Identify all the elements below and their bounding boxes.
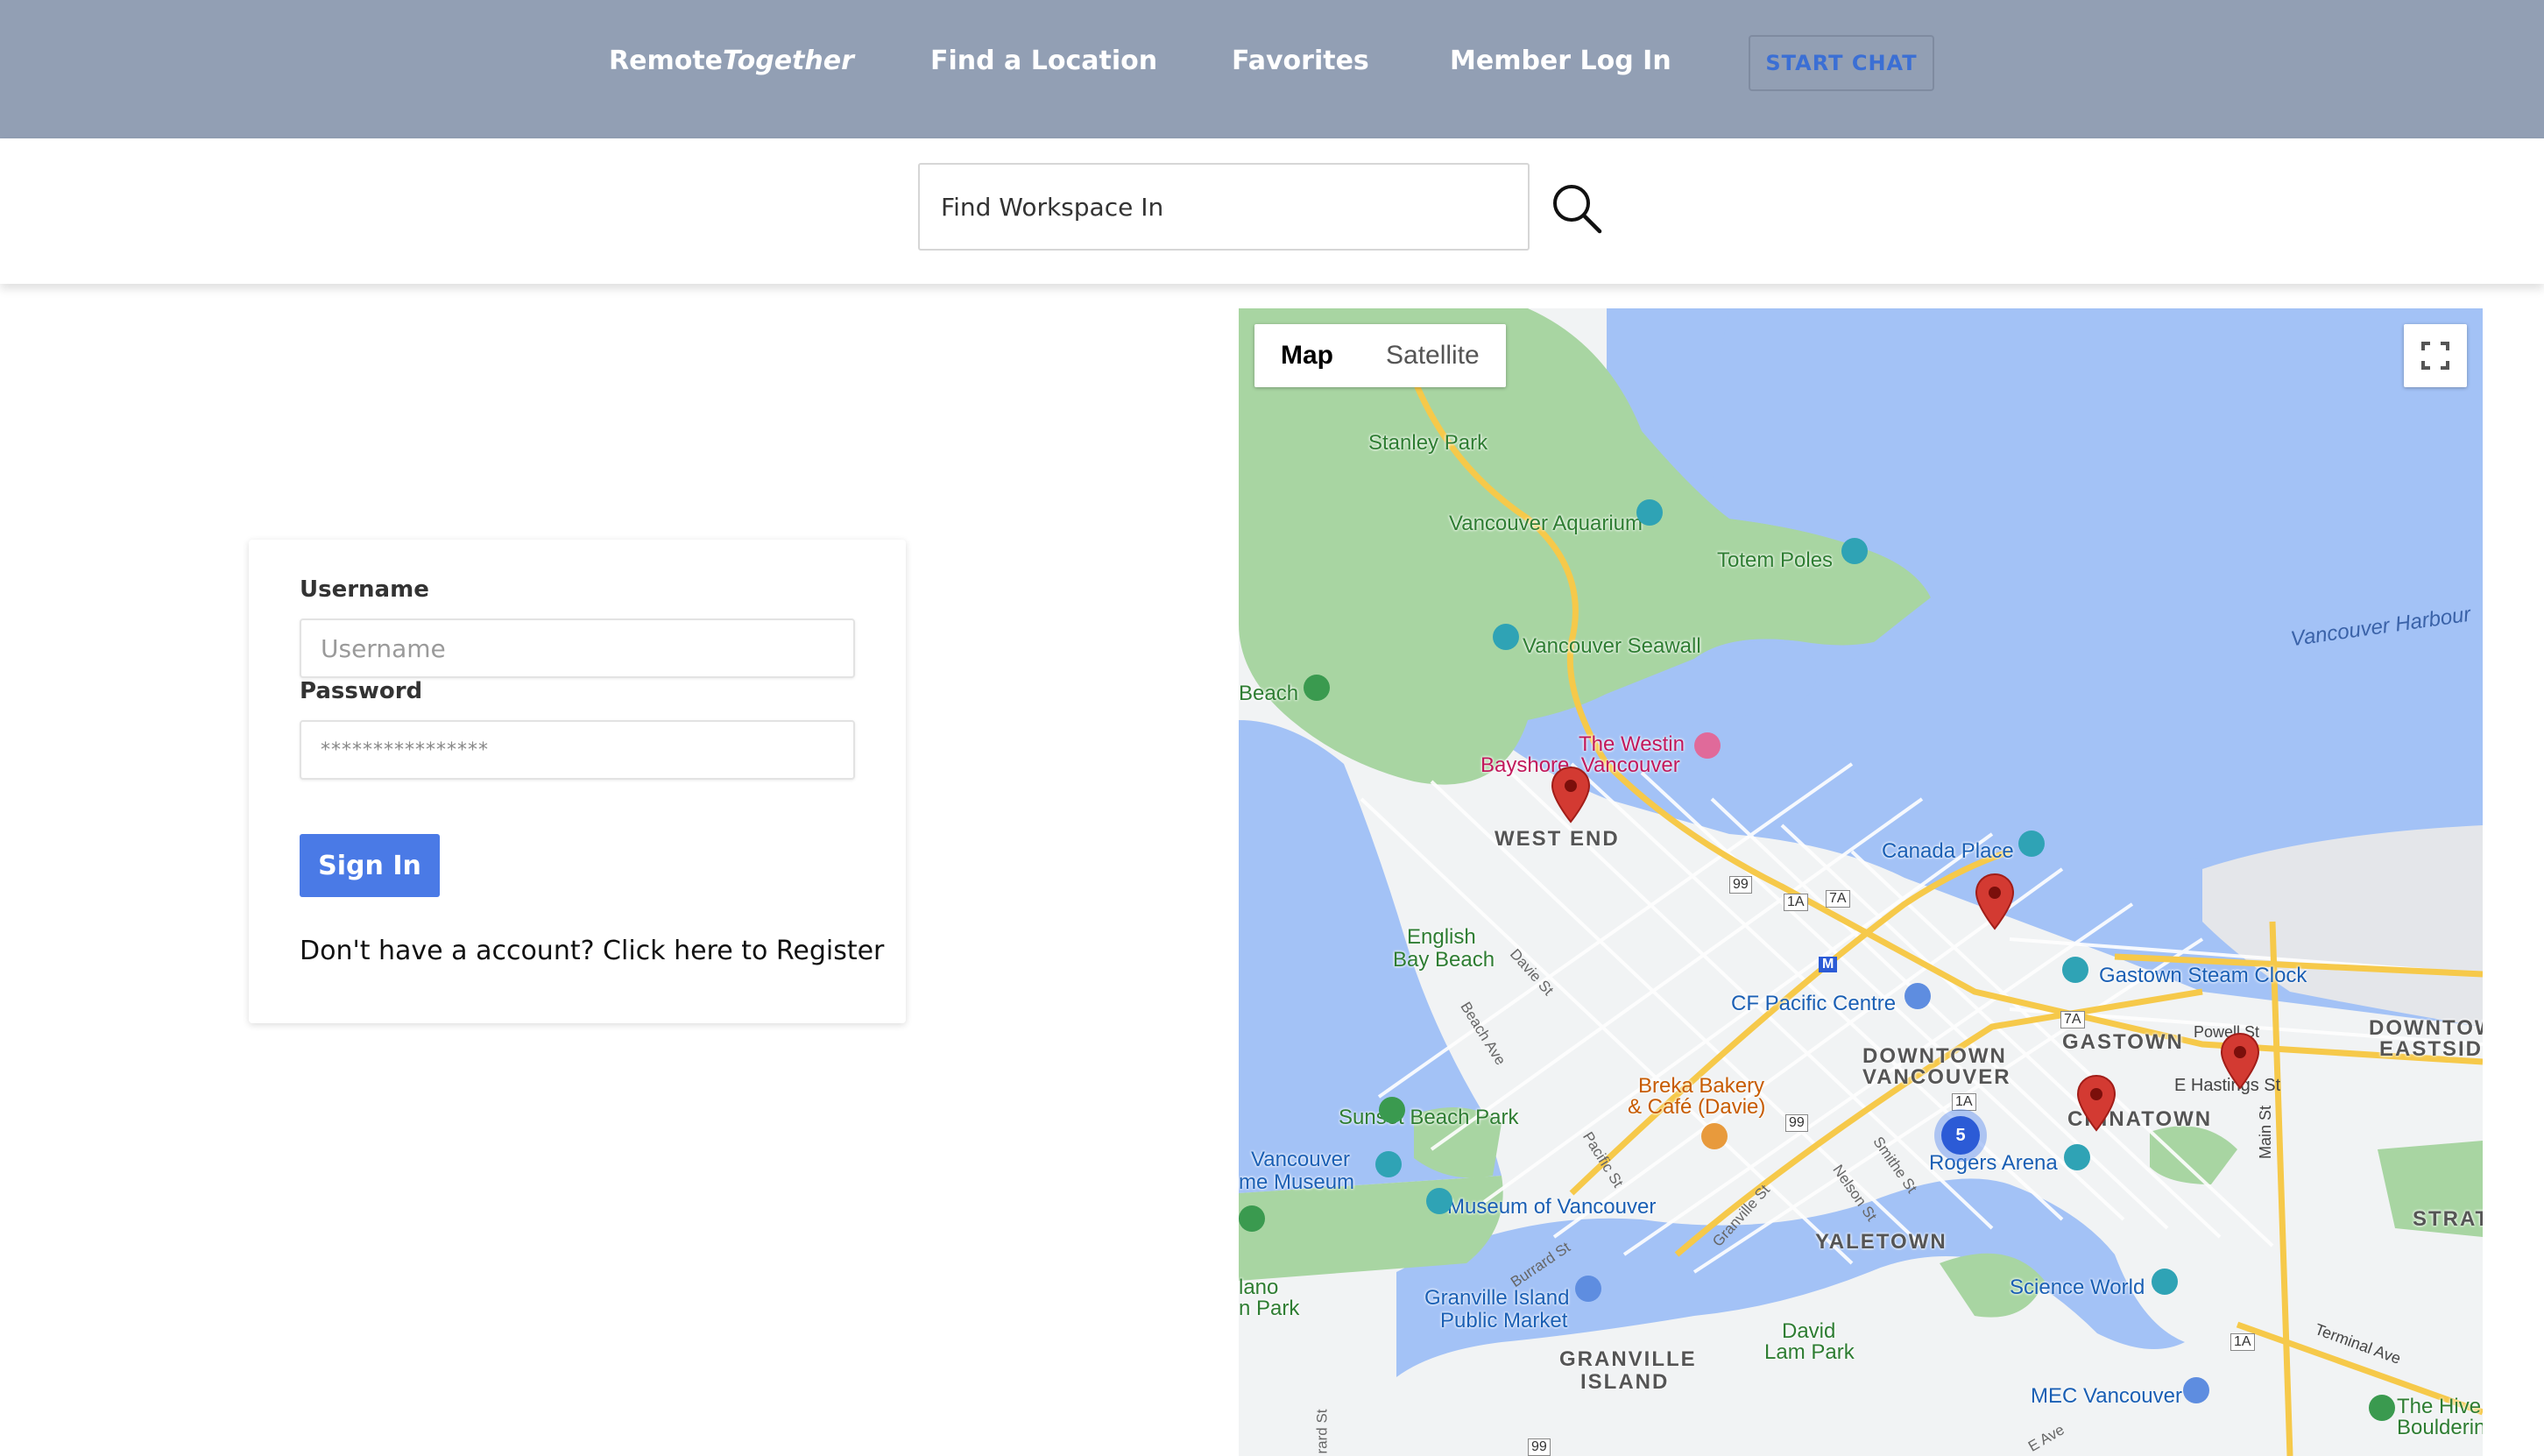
spacer-icon — [2192, 640, 2218, 666]
search-icon[interactable] — [1551, 182, 1603, 235]
map-label: Vancouver Aquarium — [1449, 512, 1643, 535]
map-label: GASTOWN — [2062, 1030, 2184, 1054]
stadium-icon[interactable] — [2064, 1144, 2090, 1170]
camera-icon[interactable] — [2018, 830, 2045, 857]
location-pin-icon[interactable] — [1551, 766, 1591, 825]
map-base-layer — [1239, 308, 2483, 1456]
map-label: n Park — [1239, 1297, 1300, 1320]
map-label: me Museum — [1239, 1170, 1355, 1194]
start-chat-button[interactable]: START CHAT — [1749, 35, 1934, 91]
workspace-search-input[interactable] — [918, 163, 1530, 251]
map-label: Stanley Park — [1368, 431, 1488, 455]
fullscreen-icon — [2421, 342, 2449, 370]
map-label: STRATH — [2413, 1207, 2483, 1231]
top-navigation-bar: RemoteTogether Find a Location Favorites… — [0, 0, 2544, 138]
map-label: Rogers Arena — [1929, 1151, 2058, 1175]
park-icon[interactable] — [1379, 1097, 1405, 1123]
hotel-icon[interactable] — [1694, 732, 1721, 759]
brand-regular-text: Remote — [609, 46, 724, 76]
map-label: Totem Poles — [1717, 548, 1834, 572]
park-icon[interactable] — [1304, 675, 1330, 701]
street-label: rard St — [1313, 1409, 1331, 1454]
map-type-map-button[interactable]: Map — [1254, 324, 1360, 387]
map-label: Museum of Vancouver — [1447, 1195, 1657, 1219]
park-icon[interactable] — [1239, 1205, 1265, 1232]
map-label: Bay Beach — [1393, 948, 1495, 972]
map-label: Sunset Beach Park — [1339, 1106, 1519, 1129]
login-card: Username Password Sign In Don't have a a… — [249, 540, 906, 1023]
map-label: & Café (Davie) — [1628, 1095, 1766, 1119]
route-shield: 7A — [1826, 890, 1850, 908]
map-label: WEST END — [1495, 827, 1620, 851]
map-type-control: Map Satellite — [1254, 324, 1506, 387]
camera-icon[interactable] — [2062, 957, 2088, 983]
route-shield: 99 — [1729, 876, 1752, 894]
map-label: EASTSID — [2379, 1037, 2483, 1061]
museum-icon[interactable] — [1375, 1151, 1402, 1177]
camera-icon[interactable] — [1493, 624, 1519, 650]
shopping-icon[interactable] — [1904, 983, 1931, 1009]
route-shield: 1A — [1952, 1093, 1976, 1111]
map-label: Vancouver Seawall — [1523, 634, 1701, 658]
register-link[interactable]: Don't have a account? Click here to Regi… — [300, 936, 884, 966]
map-label: Public Market — [1440, 1309, 1568, 1332]
map-label: YALETOWN — [1815, 1230, 1947, 1254]
map-label: GRANVILLE — [1559, 1347, 1697, 1371]
restaurant-icon[interactable] — [1701, 1123, 1728, 1149]
map-view[interactable]: Map Satellite Stanley Park Vancouver Aqu… — [1239, 308, 2483, 1456]
nav-member-login-link[interactable]: Member Log In — [1450, 46, 1671, 76]
route-shield: 99 — [1528, 1438, 1551, 1456]
camera-icon[interactable] — [2152, 1269, 2178, 1295]
metro-icon: M — [1819, 957, 1838, 972]
search-band — [0, 138, 2544, 284]
map-label: Boulderin — [2397, 1416, 2483, 1439]
route-shield: 1A — [1784, 894, 1808, 911]
climbing-icon[interactable] — [2369, 1395, 2395, 1421]
map-label: ISLAND — [1580, 1370, 1670, 1394]
fullscreen-button[interactable] — [2404, 324, 2467, 387]
map-label: Science World — [2010, 1276, 2145, 1299]
password-label: Password — [300, 678, 423, 704]
map-label: English — [1407, 925, 1476, 949]
shopping-icon[interactable] — [2183, 1377, 2209, 1403]
username-field[interactable] — [300, 618, 855, 678]
marker-cluster[interactable]: 5 — [1941, 1116, 1980, 1155]
map-label: VANCOUVER — [1862, 1065, 2011, 1089]
sign-in-button[interactable]: Sign In — [300, 834, 440, 897]
route-shield: 1A — [2230, 1333, 2255, 1351]
route-shield: 7A — [2060, 1011, 2085, 1028]
brand-logo-link[interactable]: RemoteTogether — [609, 46, 854, 76]
map-label: Lam Park — [1764, 1340, 1855, 1364]
location-pin-icon[interactable] — [2220, 1032, 2260, 1092]
map-label: MEC Vancouver — [2031, 1384, 2182, 1408]
camera-icon[interactable] — [1841, 538, 1868, 564]
map-label: Beach — [1239, 682, 1299, 705]
nav-find-location-link[interactable]: Find a Location — [930, 46, 1157, 76]
map-label: CF Pacific Centre — [1731, 992, 1897, 1015]
map-label: Canada Place — [1882, 839, 2014, 863]
brand-italic-text: Together — [723, 46, 854, 76]
nav-favorites-link[interactable]: Favorites — [1232, 46, 1369, 76]
route-shield: 99 — [1785, 1114, 1808, 1132]
username-label: Username — [300, 576, 429, 603]
map-label: Vancouver — [1251, 1148, 1350, 1171]
location-pin-icon[interactable] — [1975, 873, 2015, 932]
location-pin-icon[interactable] — [2076, 1074, 2116, 1134]
market-icon[interactable] — [1575, 1276, 1601, 1302]
password-field[interactable] — [300, 720, 855, 780]
museum-icon[interactable] — [1426, 1188, 1452, 1214]
street-label: Main St — [2257, 1105, 2275, 1160]
map-type-satellite-button[interactable]: Satellite — [1360, 324, 1506, 387]
aquarium-icon[interactable] — [1636, 499, 1663, 526]
map-label: Gastown Steam Clock — [2099, 964, 2307, 987]
map-label: Granville Island — [1424, 1286, 1570, 1310]
